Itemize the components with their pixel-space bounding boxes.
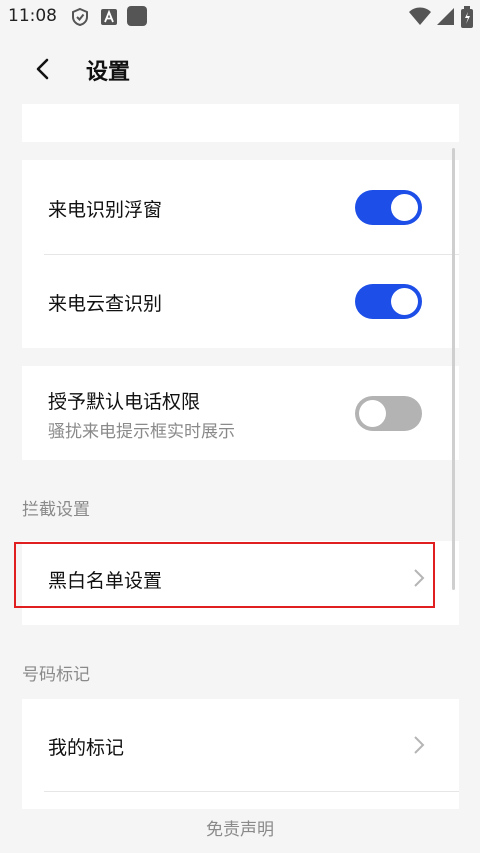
toggle-cloud-lookup[interactable]: [355, 284, 422, 319]
setting-row-default-phone[interactable]: 授予默认电话权限 骚扰来电提示框实时展示: [22, 366, 459, 460]
toggle-knob: [391, 194, 418, 221]
setting-label: 来电云查识别: [48, 293, 163, 315]
back-arrow-icon: [36, 58, 49, 80]
wifi-icon: [408, 6, 432, 30]
top-card-partial: [22, 104, 459, 142]
back-button[interactable]: [26, 52, 60, 86]
toggle-default-phone[interactable]: [355, 396, 422, 431]
toggle-knob: [391, 288, 418, 315]
shield-icon: [70, 7, 90, 31]
page-title: 设置: [86, 60, 131, 85]
section-title-intercept: 拦截设置: [22, 500, 90, 520]
marking-card: 我的标记: [22, 699, 459, 809]
header-bar: 设置: [0, 44, 480, 94]
setting-row-my-marks[interactable]: 我的标记: [22, 699, 459, 791]
setting-label: 我的标记: [48, 737, 125, 759]
scrollbar[interactable]: [452, 148, 455, 590]
setting-row-cloud-lookup[interactable]: 来电云查识别: [22, 255, 459, 348]
cellular-icon: [435, 6, 455, 30]
disclaimer-link[interactable]: 免责声明: [0, 815, 480, 840]
permission-card: 授予默认电话权限 骚扰来电提示框实时展示: [22, 366, 459, 460]
section-title-marking: 号码标记: [22, 665, 90, 685]
call-settings-card: 来电识别浮窗 来电云查识别: [22, 160, 459, 348]
divider: [44, 791, 459, 792]
toggle-knob: [359, 400, 386, 427]
setting-label: 授予默认电话权限: [48, 391, 201, 413]
highlight-box: [14, 542, 435, 608]
app-square-icon: [126, 5, 148, 31]
a-icon: [100, 7, 118, 31]
status-bar: 11:08: [0, 0, 480, 34]
battery-icon: [461, 6, 473, 32]
setting-sublabel: 骚扰来电提示框实时展示: [48, 422, 235, 442]
status-time: 11:08: [8, 6, 57, 26]
setting-label: 来电识别浮窗: [48, 199, 163, 221]
setting-row-call-float[interactable]: 来电识别浮窗: [22, 160, 459, 254]
chevron-right-icon: [414, 736, 425, 754]
toggle-call-float[interactable]: [355, 190, 422, 225]
